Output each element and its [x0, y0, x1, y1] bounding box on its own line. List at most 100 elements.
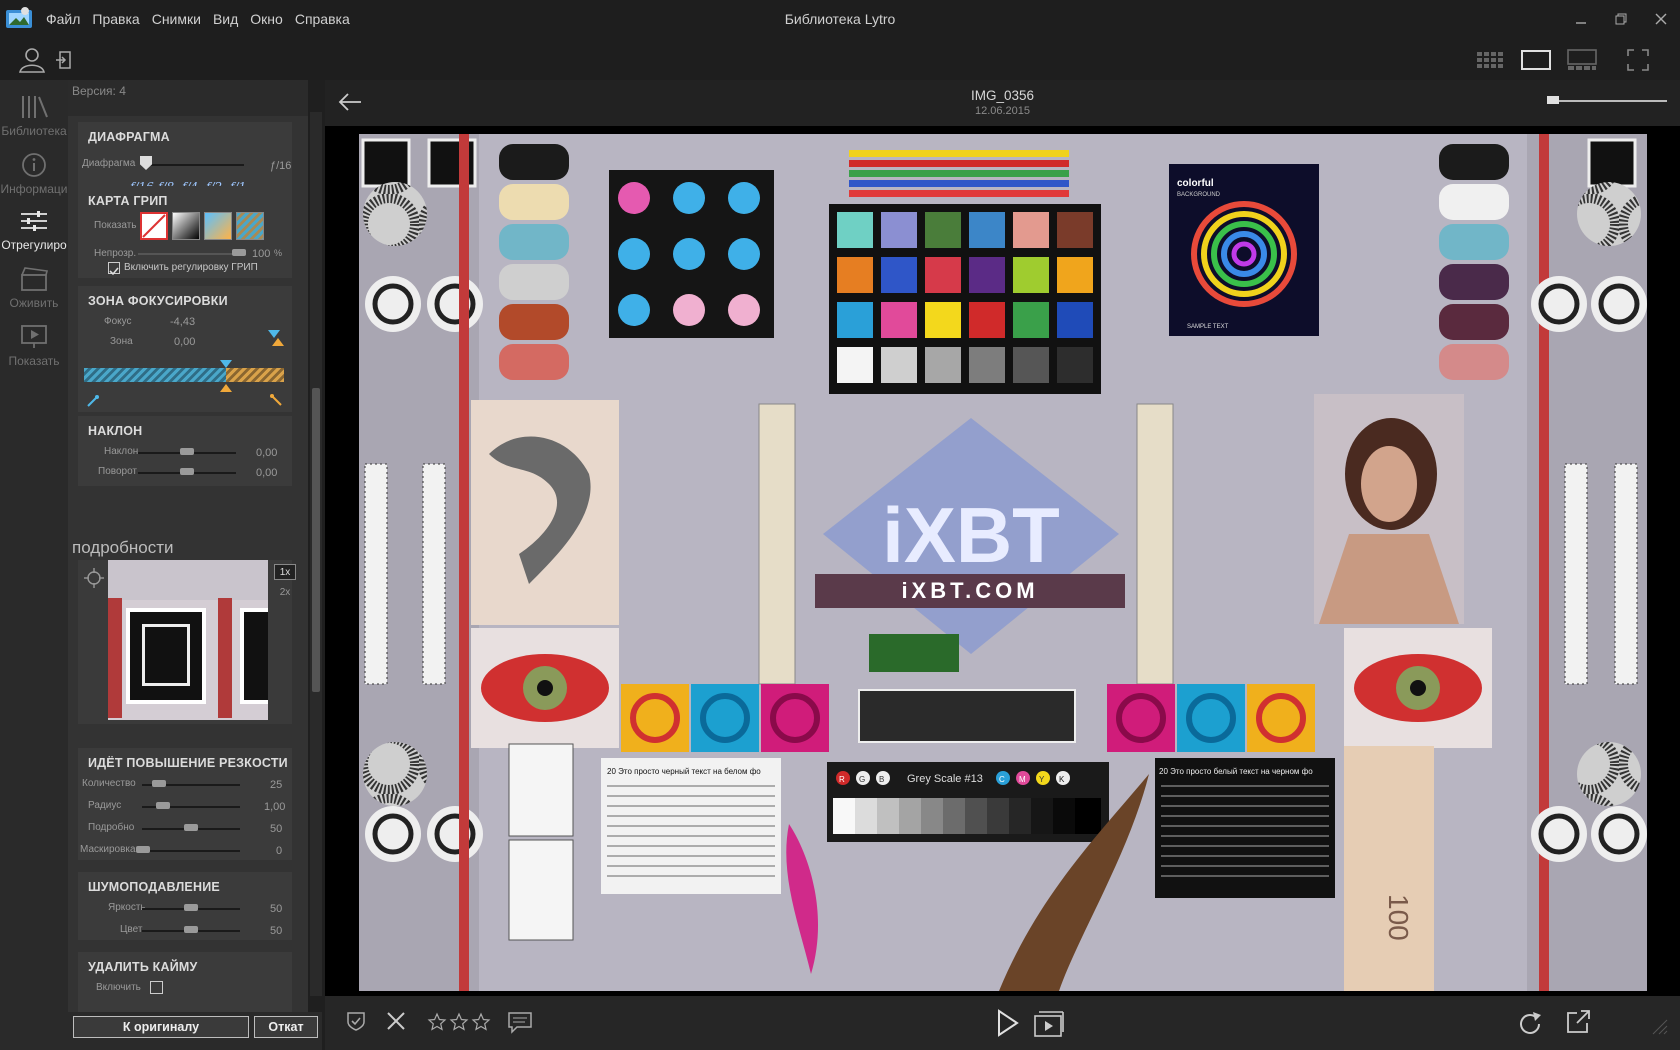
- focus-value: -4,43: [170, 316, 196, 328]
- noise-luma-value: 50: [270, 903, 283, 915]
- close-button[interactable]: [1650, 8, 1672, 30]
- test-chart-photo: colorful BACKGROUND SAMPLE TEXT iXBT iXB…: [359, 134, 1647, 991]
- menu-bar: Файл Правка Снимки Вид Окно Справка: [46, 11, 362, 27]
- animation-icon: [1034, 1011, 1064, 1037]
- undo-button[interactable]: Откат: [254, 1016, 318, 1038]
- noise-color-thumb[interactable]: [184, 926, 198, 933]
- living-picture[interactable]: colorful BACKGROUND SAMPLE TEXT iXBT iXB…: [359, 134, 1647, 991]
- checker-swatch: [1057, 347, 1093, 383]
- zoom-1x-button[interactable]: 1x: [274, 564, 296, 580]
- menu-help[interactable]: Справка: [295, 11, 350, 27]
- lytro-app-icon: [6, 7, 32, 28]
- aperture-slider-thumb[interactable]: [140, 156, 152, 170]
- depth-map-style-grey[interactable]: [172, 212, 200, 240]
- import-button[interactable]: [56, 48, 74, 72]
- opacity-slider-track[interactable]: [138, 253, 246, 255]
- sharpen-mask-track[interactable]: [142, 850, 240, 852]
- rail-label: Показать: [8, 354, 60, 368]
- animation-button[interactable]: [1033, 1010, 1065, 1038]
- rail-item-adjust[interactable]: Отрегулиро: [0, 194, 68, 252]
- rotate-value: 0,00: [256, 467, 278, 479]
- checker-swatch: [881, 302, 917, 338]
- shield-check-icon: [347, 1012, 365, 1031]
- depth-adjust-checkbox[interactable]: [108, 262, 120, 276]
- restore-button[interactable]: [1610, 8, 1632, 30]
- noise-title: ШУМОПОДАВЛЕНИЕ: [88, 880, 220, 894]
- menu-view[interactable]: Вид: [213, 11, 238, 27]
- zoom-slider-thumb[interactable]: [1547, 96, 1559, 104]
- depth-map-style-color[interactable]: [204, 212, 232, 240]
- external-link-icon: [1567, 1010, 1590, 1033]
- rail-item-present[interactable]: Показать: [0, 310, 68, 368]
- checker-swatch: [1057, 302, 1093, 338]
- playing-card-queen: [508, 839, 574, 941]
- checker-swatch: [881, 257, 917, 293]
- grey-scale-label: Grey Scale #13: [907, 773, 983, 785]
- sharpen-radius-thumb[interactable]: [156, 802, 170, 809]
- depth-map-title: КАРТА ГРИП: [88, 194, 168, 208]
- sharpen-amount-label: Количество: [82, 778, 136, 789]
- reject-button[interactable]: [385, 1010, 407, 1032]
- rail-item-info[interactable]: Информаци: [0, 138, 68, 196]
- rail-item-animate[interactable]: Оживить: [0, 252, 68, 310]
- defringe-checkbox[interactable]: [150, 981, 163, 994]
- sharpen-card: ИДЁТ ПОВЫШЕНИЕ РЕЗКОСТИ Количество 25 Ра…: [78, 748, 292, 860]
- rgb-b: B: [879, 775, 884, 784]
- panel-scrollbar-thumb[interactable]: [312, 388, 320, 692]
- tilt-card: НАКЛОН Наклон 0,00 Поворот 0,00: [78, 416, 292, 486]
- menu-photos[interactable]: Снимки: [152, 11, 201, 27]
- sharpen-radius-value: 1,00: [264, 801, 286, 813]
- sharpen-amount-thumb[interactable]: [152, 780, 166, 787]
- rotate-button[interactable]: [1517, 1010, 1545, 1038]
- checker-swatch: [837, 302, 873, 338]
- image-viewer[interactable]: colorful BACKGROUND SAMPLE TEXT iXBT iXB…: [325, 126, 1680, 996]
- comment-button[interactable]: [507, 1010, 533, 1034]
- checker-swatch: [1013, 212, 1049, 248]
- zoom-2x-button[interactable]: 2x: [274, 584, 296, 600]
- grid-view-icon: [1477, 52, 1503, 68]
- minimize-button[interactable]: [1570, 8, 1592, 30]
- panel-actions: К оригиналу Откат: [68, 1012, 322, 1050]
- grid-view-button[interactable]: [1475, 46, 1509, 74]
- rail-label: Оживить: [9, 296, 59, 310]
- menu-window[interactable]: Окно: [250, 11, 283, 27]
- resize-grip[interactable]: [1647, 1014, 1669, 1036]
- opacity-value: 100: [252, 248, 271, 260]
- text-block-black-on-white: 20 Это просто черный текст на белом фо: [601, 758, 781, 894]
- reset-to-original-button[interactable]: К оригиналу: [73, 1016, 249, 1038]
- focus-label: Фокус: [104, 316, 132, 327]
- menu-file[interactable]: Файл: [46, 11, 80, 27]
- depth-map-style-none[interactable]: [140, 212, 168, 240]
- focus-zone-handle-icon[interactable]: [220, 360, 232, 392]
- single-view-button[interactable]: [1520, 46, 1554, 74]
- near-eyedropper-icon[interactable]: [86, 394, 100, 408]
- checker-swatch: [925, 347, 961, 383]
- sharpen-mask-thumb[interactable]: [136, 846, 150, 853]
- sharpen-detail-thumb[interactable]: [184, 824, 198, 831]
- window-controls: [1570, 8, 1672, 30]
- far-eyedropper-icon[interactable]: [270, 394, 284, 408]
- crosshair-icon[interactable]: [84, 568, 104, 588]
- checker-swatch: [837, 212, 873, 248]
- menu-edit[interactable]: Правка: [92, 11, 139, 27]
- focus-zone-bar[interactable]: [84, 368, 284, 382]
- zoom-slider-track[interactable]: [1547, 100, 1667, 102]
- rail-item-library[interactable]: Библиотека: [0, 80, 68, 138]
- accept-button[interactable]: [345, 1010, 367, 1032]
- filmstrip-view-button[interactable]: [1566, 46, 1600, 74]
- account-button[interactable]: [16, 44, 48, 76]
- fullscreen-button[interactable]: [1624, 46, 1652, 74]
- aperture-slider-track[interactable]: [144, 164, 244, 166]
- noise-luma-thumb[interactable]: [184, 904, 198, 911]
- sharpen-detail-value: 50: [270, 823, 283, 835]
- circle-tiles-left: [621, 684, 829, 752]
- rotate-slider-thumb[interactable]: [180, 468, 194, 475]
- depth-map-style-stripes[interactable]: [236, 212, 264, 240]
- opacity-slider-thumb[interactable]: [232, 249, 246, 256]
- tilt-slider-thumb[interactable]: [180, 448, 194, 455]
- share-button[interactable]: [1565, 1008, 1593, 1036]
- play-button[interactable]: [995, 1008, 1021, 1038]
- star-rating[interactable]: [427, 1012, 491, 1032]
- circle-tiles-right: [1107, 684, 1315, 752]
- checker-swatch: [969, 302, 1005, 338]
